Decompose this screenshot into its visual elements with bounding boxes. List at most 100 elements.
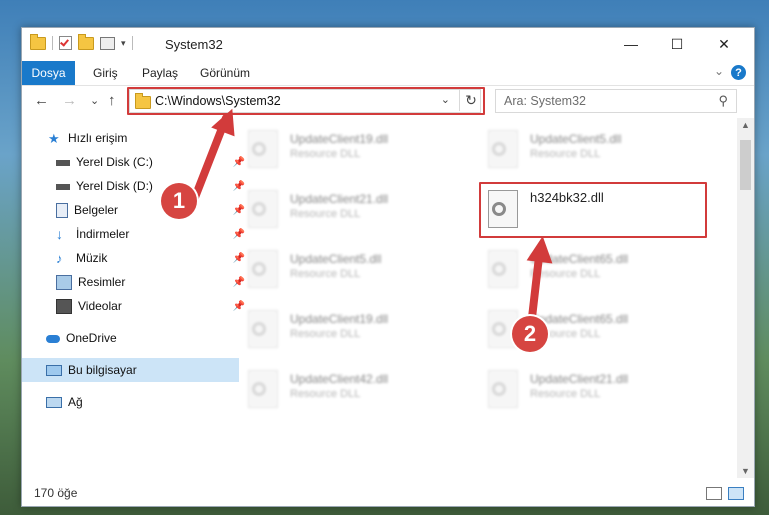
sidebar-item-local-disk-c[interactable]: Yerel Disk (C:) 📌 — [22, 150, 249, 174]
file-name: UpdateClient5.dll — [290, 252, 382, 266]
list-item[interactable]: UpdateClient65.dll Resource DLL — [478, 244, 688, 294]
tab-view[interactable]: Görünüm — [200, 66, 250, 80]
recent-locations-icon[interactable]: ⌄ — [90, 94, 99, 107]
file-type: Resource DLL — [290, 328, 361, 340]
pictures-icon — [56, 274, 72, 290]
expand-ribbon-icon[interactable]: ⌄ — [714, 64, 724, 78]
sidebar-item-this-pc[interactable]: Bu bilgisayar — [22, 358, 239, 382]
sidebar-item-local-disk-d[interactable]: Yerel Disk (D:) 📌 — [22, 174, 249, 198]
sidebar-item-label: OneDrive — [66, 331, 117, 345]
drive-icon — [56, 160, 70, 166]
file-name: UpdateClient19.dll — [290, 312, 389, 326]
music-icon: ♪ — [56, 250, 63, 266]
navigation-pane: ★ Hızlı erişim Yerel Disk (C:) 📌 Yerel D… — [22, 126, 245, 474]
file-name: UpdateClient21.dll — [290, 192, 389, 206]
gear-icon — [492, 142, 506, 156]
sidebar-item-label: Yerel Disk (C:) — [76, 155, 153, 169]
network-icon — [46, 396, 62, 408]
address-highlight-box — [127, 87, 485, 115]
file-name: UpdateClient19.dll — [290, 132, 389, 146]
ribbon-tabs: Dosya Giriş Paylaş Görünüm ⌄ ? — [22, 61, 754, 86]
file-type: Resource DLL — [530, 268, 601, 280]
file-type: Resource DLL — [290, 208, 361, 220]
sidebar-item-network[interactable]: Ağ — [22, 390, 239, 414]
details-view-icon[interactable] — [706, 487, 722, 500]
gear-icon — [492, 322, 506, 336]
star-icon: ★ — [48, 130, 60, 146]
file-list: UpdateClient19.dll Resource DLL UpdateCl… — [228, 118, 738, 474]
maximize-button[interactable]: ☐ — [654, 28, 700, 60]
file-type: Resource DLL — [530, 388, 601, 400]
list-item[interactable]: UpdateClient5.dll Resource DLL — [238, 244, 448, 294]
list-item[interactable]: UpdateClient21.dll Resource DLL — [238, 184, 448, 234]
file-name: UpdateClient65.dll — [530, 252, 629, 266]
gear-icon — [252, 202, 266, 216]
list-item[interactable]: UpdateClient42.dll Resource DLL — [238, 364, 448, 414]
videos-icon — [56, 298, 72, 314]
new-folder-icon[interactable] — [78, 33, 94, 50]
toolbar-divider — [131, 36, 133, 50]
vertical-scrollbar[interactable]: ▲ ▼ — [737, 118, 754, 478]
gear-icon — [252, 322, 266, 336]
item-count: 170 öğe — [34, 486, 78, 500]
quick-access-toolbar: ▾ — [30, 33, 133, 50]
properties-icon[interactable] — [59, 36, 72, 50]
up-arrow-icon[interactable]: ↑ — [108, 92, 116, 109]
sidebar-item-downloads[interactable]: ↓ İndirmeler 📌 — [22, 222, 249, 246]
customize-toolbar-chevron-icon[interactable]: ▾ — [121, 38, 126, 49]
sidebar-item-onedrive[interactable]: OneDrive — [22, 326, 239, 350]
sidebar-item-music[interactable]: ♪ Müzik 📌 — [22, 246, 249, 270]
search-icon[interactable]: ⚲ — [718, 93, 728, 109]
navigation-bar: ← → ⌄ ↑ C:\Windows\System32 ⌄ ↻ Ara: Sys… — [22, 86, 754, 116]
cloud-icon — [46, 335, 60, 343]
scrollbar-thumb[interactable] — [740, 140, 751, 190]
sidebar-item-videos[interactable]: Videolar 📌 — [22, 294, 249, 318]
file-type: Resource DLL — [290, 388, 361, 400]
gear-icon — [492, 382, 506, 396]
step-1-badge: 1 — [161, 183, 197, 219]
file-type: Resource DLL — [290, 148, 361, 160]
window-title: System32 — [165, 37, 223, 52]
scroll-down-icon[interactable]: ▼ — [741, 466, 750, 476]
sidebar-item-quick-access[interactable]: ★ Hızlı erişim — [22, 126, 241, 150]
scroll-up-icon[interactable]: ▲ — [741, 120, 750, 130]
documents-icon — [56, 202, 68, 218]
list-item[interactable]: UpdateClient21.dll Resource DLL — [478, 364, 688, 414]
gear-icon — [252, 382, 266, 396]
toolbar-divider — [52, 36, 53, 50]
large-icons-view-icon[interactable] — [728, 487, 744, 500]
computer-icon — [46, 364, 62, 376]
forward-arrow-icon[interactable]: → — [62, 92, 77, 109]
file-name: UpdateClient5.dll — [530, 132, 622, 146]
sidebar-item-label: Videolar — [78, 299, 122, 313]
gear-icon — [252, 142, 266, 156]
sidebar-item-label: Bu bilgisayar — [68, 363, 137, 377]
file-type: Resource DLL — [290, 268, 361, 280]
help-icon[interactable]: ? — [731, 65, 746, 80]
title-bar: ▾ System32 — ☐ ✕ — [22, 28, 754, 60]
sidebar-item-label: Ağ — [68, 395, 83, 409]
file-type: Resource DLL — [530, 148, 601, 160]
file-name: UpdateClient42.dll — [290, 372, 389, 386]
back-arrow-icon[interactable]: ← — [34, 92, 49, 109]
status-bar: 170 öğe — [22, 478, 754, 506]
list-item[interactable]: UpdateClient19.dll Resource DLL — [238, 304, 448, 354]
minimize-button[interactable]: — — [608, 28, 654, 60]
sidebar-item-documents[interactable]: Belgeler 📌 — [22, 198, 249, 222]
sidebar-item-pictures[interactable]: Resimler 📌 — [22, 270, 249, 294]
search-placeholder: Ara: System32 — [504, 94, 586, 108]
step-2-badge: 2 — [512, 316, 548, 352]
list-item[interactable]: UpdateClient5.dll Resource DLL — [478, 124, 688, 174]
tab-file[interactable]: Dosya — [22, 61, 75, 85]
file-name: UpdateClient21.dll — [530, 372, 629, 386]
view-options-icon[interactable] — [100, 36, 115, 50]
close-button[interactable]: ✕ — [701, 28, 747, 60]
tab-share[interactable]: Paylaş — [142, 66, 178, 80]
sidebar-item-label: Resimler — [78, 275, 126, 289]
list-item[interactable]: UpdateClient65.dll Resource DLL — [478, 304, 688, 354]
gear-icon — [492, 262, 506, 276]
tab-home[interactable]: Giriş — [93, 66, 118, 80]
list-item[interactable]: UpdateClient19.dll Resource DLL — [238, 124, 448, 174]
search-input[interactable]: Ara: System32 ⚲ — [495, 89, 737, 113]
drive-icon — [56, 184, 70, 190]
